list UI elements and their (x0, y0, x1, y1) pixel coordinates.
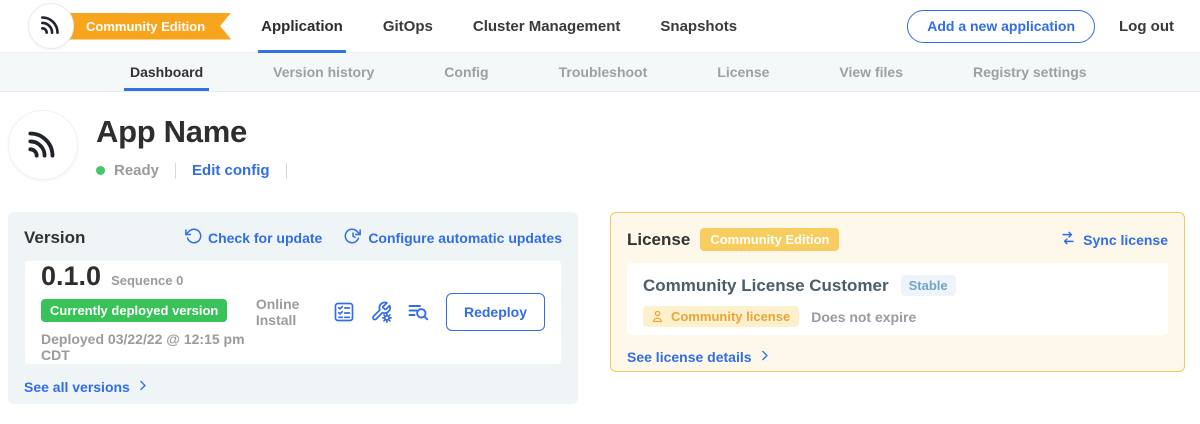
chevron-right-icon (758, 349, 771, 365)
replicated-logo-icon (38, 11, 64, 42)
version-info: 0.1.0 Sequence 0 Currently deployed vers… (41, 261, 256, 363)
person-icon (650, 309, 665, 324)
subtab-view-files[interactable]: View files (839, 53, 903, 91)
app-avatar (8, 110, 78, 180)
sequence-label: Sequence 0 (111, 273, 183, 288)
subtab-registry-settings[interactable]: Registry settings (973, 53, 1087, 91)
check-for-update-link[interactable]: Check for update (184, 227, 322, 248)
subtab-troubleshoot[interactable]: Troubleshoot (559, 53, 648, 91)
tab-cluster-management[interactable]: Cluster Management (473, 0, 621, 53)
sync-arrows-icon (1059, 229, 1077, 250)
chevron-right-icon (136, 379, 149, 395)
tab-application[interactable]: Application (261, 0, 343, 53)
main-tabs: Application GitOps Cluster Management Sn… (261, 0, 737, 53)
config-wrench-icon[interactable] (369, 300, 393, 324)
version-card-header: Version Check for update (24, 227, 562, 248)
subtab-config[interactable]: Config (444, 53, 488, 91)
deployed-timestamp: Deployed 03/22/22 @ 12:15 pm CDT (41, 331, 256, 363)
redeploy-button[interactable]: Redeploy (446, 293, 545, 331)
license-expiry-text: Does not expire (811, 309, 916, 325)
tab-gitops[interactable]: GitOps (383, 0, 433, 53)
app-header: App Name Ready Edit config (8, 110, 1200, 180)
refresh-icon (184, 227, 202, 248)
channel-badge: Stable (901, 275, 956, 296)
configure-automatic-updates-link[interactable]: Configure automatic updates (344, 227, 562, 248)
current-version-panel: 0.1.0 Sequence 0 Currently deployed vers… (24, 260, 562, 365)
license-type-badge: Community license (643, 306, 799, 327)
edit-config-link[interactable]: Edit config (192, 162, 270, 179)
license-card-header: License Community Edition Sync license (627, 228, 1168, 251)
top-nav: Community Edition Application GitOps Clu… (0, 0, 1200, 53)
license-edition-badge: Community Edition (700, 228, 839, 251)
clock-refresh-icon (344, 227, 362, 248)
version-card-title: Version (24, 228, 85, 248)
sync-license-link[interactable]: Sync license (1059, 229, 1168, 250)
logout-button[interactable]: Log out (1119, 18, 1174, 35)
app-status-row: Ready Edit config (96, 162, 294, 179)
divider (286, 163, 287, 179)
dashboard-cards: Version Check for update (8, 212, 1185, 404)
version-actions: Online Install (256, 293, 545, 331)
license-details-panel: Community License Customer Stable Commun… (627, 263, 1168, 335)
version-card: Version Check for update (8, 212, 578, 404)
tab-snapshots[interactable]: Snapshots (660, 0, 737, 53)
app-header-text: App Name Ready Edit config (96, 110, 294, 180)
add-new-application-button[interactable]: Add a new application (907, 10, 1095, 43)
see-license-details-row: See license details (627, 349, 1168, 367)
status-text: Ready (114, 162, 159, 179)
divider (175, 163, 176, 179)
install-type-label: Online Install (256, 296, 315, 328)
edition-ribbon: Community Edition (50, 13, 231, 40)
brand: Community Edition (28, 3, 231, 49)
preflight-checks-icon[interactable] (332, 300, 356, 324)
license-customer-name: Community License Customer (643, 276, 889, 296)
see-all-versions-row: See all versions (24, 379, 562, 397)
brand-logo-badge (28, 3, 74, 49)
subtab-license[interactable]: License (717, 53, 769, 91)
version-number: 0.1.0 (41, 261, 101, 292)
replicated-logo-icon (24, 124, 62, 167)
license-card-title: License (627, 230, 690, 250)
license-card: License Community Edition Sync license (610, 212, 1185, 372)
subtab-dashboard[interactable]: Dashboard (130, 53, 203, 91)
view-logs-icon[interactable] (406, 300, 430, 324)
see-all-versions-link[interactable]: See all versions (24, 379, 149, 395)
deployed-version-badge: Currently deployed version (41, 299, 227, 322)
see-license-details-link[interactable]: See license details (627, 349, 771, 365)
sub-nav: Dashboard Version history Config Trouble… (0, 53, 1200, 92)
subtab-version-history[interactable]: Version history (273, 53, 374, 91)
status-dot (96, 166, 105, 175)
page-title: App Name (96, 114, 294, 150)
